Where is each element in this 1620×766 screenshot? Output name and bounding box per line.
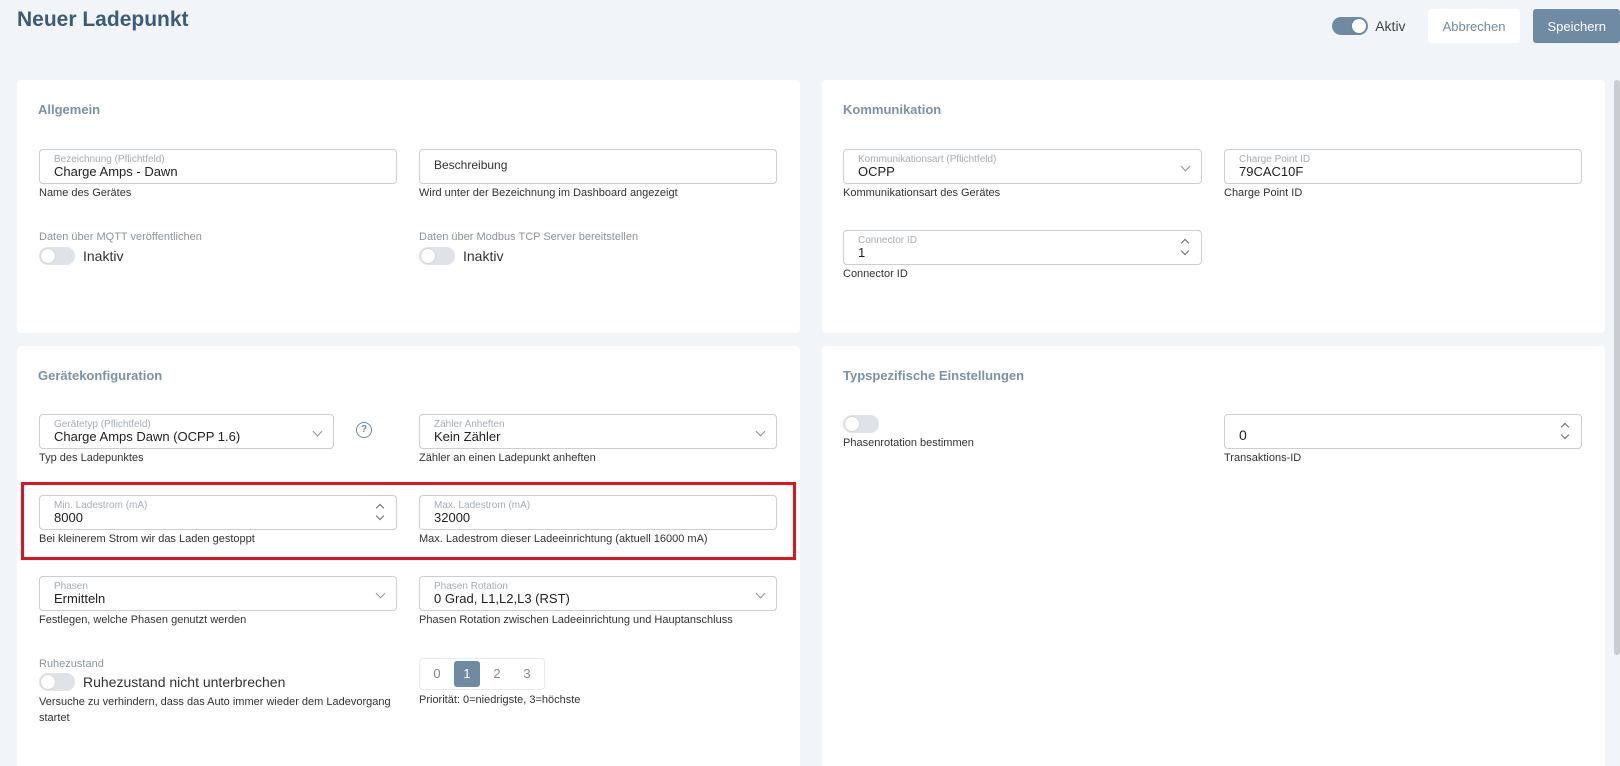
chevron-down-icon	[312, 426, 323, 437]
transaktions-id-value: 0	[1239, 427, 1247, 443]
prioritaet-hint: Priorität: 0=niedrigste, 3=höchste	[419, 694, 581, 706]
connector-id-label: Connector ID	[858, 235, 917, 246]
zaehler-select[interactable]: Zähler Anheften Kein Zähler	[419, 414, 777, 449]
transaktions-id-field[interactable]: 0	[1224, 414, 1582, 449]
cancel-button[interactable]: Abbrechen	[1427, 9, 1521, 43]
highlight-box	[21, 482, 796, 560]
geraetetyp-value: Charge Amps Dawn (OCPP 1.6)	[54, 429, 241, 444]
phasen-rotation-hint: Phasen Rotation zwischen Ladeeinrichtung…	[419, 614, 733, 626]
phasen-rotation-value: 0 Grad, L1,L2,L3 (RST)	[434, 591, 570, 606]
phasen-rotation-select[interactable]: Phasen Rotation 0 Grad, L1,L2,L3 (RST)	[419, 576, 777, 611]
card-typspezifisch: Typspezifische Einstellungen Phasenrotat…	[822, 346, 1605, 766]
kommunikationsart-value: OCPP	[858, 164, 895, 179]
ruhezustand-hint-line2: startet	[39, 712, 70, 724]
mqtt-toggle[interactable]	[39, 247, 75, 265]
charge-point-id-value: 79CAC10F	[1239, 164, 1304, 179]
prioritaet-option-0[interactable]: 0	[424, 661, 450, 687]
bezeichnung-field[interactable]: Bezeichnung (Pflichtfeld) Charge Amps - …	[39, 149, 397, 184]
ruhezustand-toggle[interactable]	[39, 673, 75, 691]
ruhezustand-hint-line1: Versuche zu verhindern, dass das Auto im…	[39, 696, 391, 708]
card-allgemein: Allgemein Bezeichnung (Pflichtfeld) Char…	[17, 80, 800, 333]
modbus-toggle-row: Inaktiv	[419, 247, 503, 265]
save-button[interactable]: Speichern	[1533, 9, 1620, 43]
mqtt-toggle-row: Inaktiv	[39, 247, 123, 265]
chevron-down-icon	[375, 588, 386, 599]
prioritaet-option-2[interactable]: 2	[484, 661, 510, 687]
ruhezustand-state: Ruhezustand nicht unterbrechen	[83, 674, 286, 690]
kommunikationsart-select[interactable]: Kommunikationsart (Pflichtfeld) OCPP	[843, 149, 1202, 184]
card-title-typspezifisch: Typspezifische Einstellungen	[843, 368, 1025, 383]
beschreibung-placeholder: Beschreibung	[434, 158, 508, 172]
geraetetyp-hint: Typ des Ladepunktes	[39, 452, 144, 464]
aktiv-toggle[interactable]	[1332, 17, 1369, 35]
modbus-state: Inaktiv	[463, 248, 504, 264]
help-icon[interactable]: ?	[356, 422, 372, 438]
prioritaet-option-1[interactable]: 1	[454, 661, 480, 687]
bezeichnung-hint: Name des Gerätes	[39, 187, 132, 199]
beschreibung-hint: Wird unter der Bezeichnung im Dashboard …	[419, 187, 678, 199]
mqtt-state: Inaktiv	[83, 248, 124, 264]
phasen-hint: Festlegen, welche Phasen genutzt werden	[39, 614, 247, 626]
connector-id-value: 1	[858, 245, 866, 260]
card-title-kommunikation: Kommunikation	[843, 102, 942, 117]
modbus-label: Daten über Modbus TCP Server bereitstell…	[419, 231, 639, 243]
header-actions: Aktiv Abbrechen Speichern	[1332, 9, 1620, 43]
charge-point-id-field[interactable]: Charge Point ID 79CAC10F	[1224, 149, 1582, 184]
connector-id-field[interactable]: Connector ID 1	[843, 230, 1202, 265]
card-title-allgemein: Allgemein	[38, 102, 101, 117]
prioritaet-selector: 0 1 2 3	[419, 658, 545, 690]
chevron-down-icon	[755, 426, 766, 437]
spinner-arrows-icon[interactable]	[1180, 235, 1191, 261]
transaktions-id-hint: Transaktions-ID	[1224, 452, 1302, 464]
mqtt-label: Daten über MQTT veröffentlichen	[39, 231, 202, 243]
chevron-down-icon	[1180, 161, 1191, 172]
scrollbar[interactable]	[1614, 80, 1620, 655]
phasen-select[interactable]: Phasen Ermitteln	[39, 576, 397, 611]
spinner-arrows-icon[interactable]	[1560, 419, 1571, 445]
zaehler-value: Kein Zähler	[434, 429, 501, 444]
ruhezustand-toggle-row: Ruhezustand nicht unterbrechen	[39, 673, 285, 691]
page-title: Neuer Ladepunkt	[17, 8, 189, 31]
connector-id-hint: Connector ID	[843, 268, 908, 280]
beschreibung-field[interactable]: Beschreibung	[419, 149, 777, 184]
prioritaet-option-3[interactable]: 3	[514, 661, 540, 687]
geraetetyp-select[interactable]: Gerätetyp (Pflichtfeld) Charge Amps Dawn…	[39, 414, 334, 449]
ruhezustand-label: Ruhezustand	[39, 658, 104, 670]
card-title-geraetekonfiguration: Gerätekonfiguration	[38, 368, 163, 383]
phasen-value: Ermitteln	[54, 591, 106, 606]
bezeichnung-value: Charge Amps - Dawn	[54, 164, 178, 179]
aktiv-label: Aktiv	[1375, 18, 1406, 34]
charge-point-id-hint: Charge Point ID	[1224, 187, 1303, 199]
modbus-toggle[interactable]	[419, 247, 455, 265]
phasenrotation-toggle[interactable]	[843, 415, 879, 433]
card-kommunikation: Kommunikation Kommunikationsart (Pflicht…	[822, 80, 1605, 333]
phasenrotation-label: Phasenrotation bestimmen	[843, 437, 974, 449]
zaehler-hint: Zähler an einen Ladepunkt anheften	[419, 452, 596, 464]
chevron-down-icon	[755, 588, 766, 599]
kommunikationsart-hint: Kommunikationsart des Gerätes	[843, 187, 1001, 199]
